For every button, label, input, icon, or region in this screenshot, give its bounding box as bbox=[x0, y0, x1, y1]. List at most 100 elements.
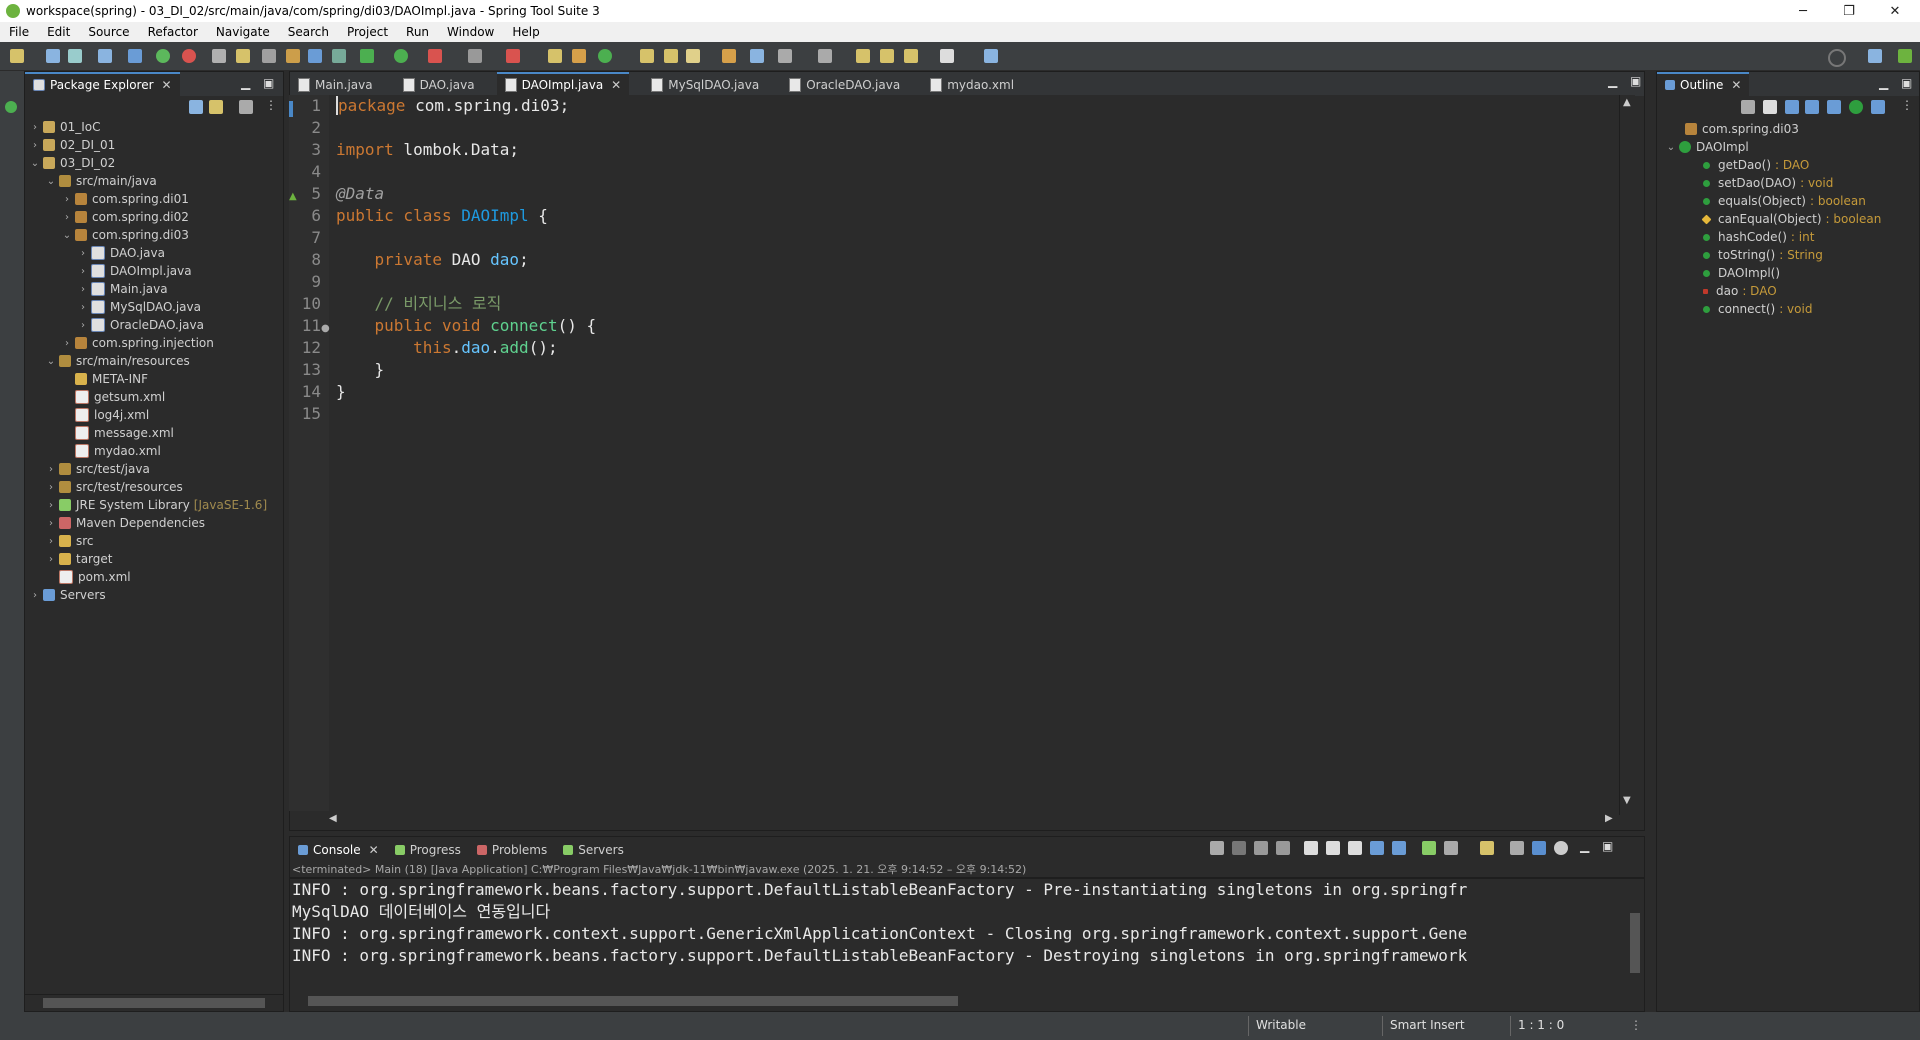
scroll-right-icon[interactable]: ▶ bbox=[1605, 813, 1613, 824]
perspective-spring-icon[interactable] bbox=[1898, 49, 1912, 63]
chevron-right-icon[interactable]: › bbox=[61, 194, 73, 205]
tree-item[interactable]: › Servers bbox=[29, 586, 106, 604]
task-icon[interactable] bbox=[236, 49, 250, 63]
tree-item[interactable]: › com.spring.injection bbox=[61, 334, 214, 352]
menu-run[interactable]: Run bbox=[397, 25, 438, 39]
minimize-icon[interactable]: ▁ bbox=[241, 76, 250, 90]
mark-occurrences-icon[interactable] bbox=[262, 49, 276, 63]
perspective-java-icon[interactable] bbox=[1868, 49, 1882, 63]
code-editor[interactable]: 1 2 3 4 5 6 7 8 9 10 11 12 13 14 15 ▲ ● package com.sp… bbox=[289, 95, 1635, 827]
tree-item[interactable]: log4j.xml bbox=[61, 406, 149, 424]
show-stderr-icon[interactable] bbox=[1392, 841, 1406, 855]
menu-help[interactable]: Help bbox=[503, 25, 548, 39]
new-class-icon[interactable] bbox=[598, 49, 612, 63]
chevron-right-icon[interactable]: › bbox=[77, 266, 89, 277]
tree-item[interactable]: › src/test/java bbox=[45, 460, 150, 478]
remove-launch-icon[interactable] bbox=[1254, 841, 1268, 855]
outline-member[interactable]: getDao(): DAO bbox=[1703, 156, 1809, 174]
back-icon[interactable] bbox=[904, 49, 918, 63]
spring-dashboard-icon[interactable] bbox=[182, 49, 196, 63]
link-icon[interactable] bbox=[1871, 100, 1885, 114]
tab-oracledao-java[interactable]: OracleDAO.java bbox=[781, 74, 908, 96]
server-stop-icon[interactable] bbox=[506, 49, 520, 63]
close-icon[interactable]: ✕ bbox=[1731, 78, 1741, 92]
sort-icon[interactable] bbox=[1763, 100, 1777, 114]
outline-member[interactable]: hashCode(): int bbox=[1703, 228, 1814, 246]
pin-console-icon[interactable] bbox=[1210, 841, 1224, 855]
open-console-icon[interactable] bbox=[1444, 841, 1458, 855]
tree-item[interactable]: › src bbox=[45, 532, 94, 550]
ansi-icon[interactable] bbox=[1532, 841, 1546, 855]
next-annotation-icon[interactable] bbox=[818, 49, 832, 63]
remove-all-icon[interactable] bbox=[1276, 841, 1290, 855]
chevron-right-icon[interactable]: › bbox=[45, 518, 57, 529]
save-icon[interactable] bbox=[46, 49, 60, 63]
close-window-button[interactable]: ✕ bbox=[1872, 0, 1918, 22]
tree-item[interactable]: › Maven Dependencies bbox=[45, 514, 205, 532]
scroll-down-icon[interactable]: ▼ bbox=[1623, 795, 1631, 806]
chevron-right-icon[interactable]: › bbox=[29, 122, 41, 133]
close-icon[interactable]: ✕ bbox=[369, 843, 379, 857]
editor-vscrollbar[interactable]: ▲ ▼ bbox=[1619, 95, 1635, 815]
console-maximize-icon[interactable]: ▣ bbox=[1602, 839, 1613, 853]
tree-item[interactable]: › Main.java bbox=[77, 280, 168, 298]
tree-item[interactable]: mydao.xml bbox=[61, 442, 161, 460]
tree-item[interactable]: › JRE System Library [JavaSE-1.6] bbox=[45, 496, 267, 514]
forward-icon[interactable] bbox=[940, 49, 954, 63]
tab-main-java[interactable]: Main.java bbox=[290, 74, 381, 96]
tab-dao-java[interactable]: DAO.java bbox=[395, 74, 483, 96]
tree-item[interactable]: ⌄ src/main/resources bbox=[45, 352, 190, 370]
menu-file[interactable]: File bbox=[0, 25, 38, 39]
chevron-right-icon[interactable]: › bbox=[29, 140, 41, 151]
console-hscrollbar[interactable] bbox=[290, 993, 1644, 1009]
show-whitespace-icon[interactable] bbox=[332, 49, 346, 63]
chevron-right-icon[interactable]: › bbox=[77, 302, 89, 313]
scroll-up-icon[interactable]: ▲ bbox=[1623, 97, 1631, 108]
tree-item[interactable]: META-INF bbox=[61, 370, 148, 388]
clear-console-icon[interactable] bbox=[1304, 841, 1318, 855]
outline-member[interactable]: setDao(DAO): void bbox=[1703, 174, 1833, 192]
menu-navigate[interactable]: Navigate bbox=[207, 25, 279, 39]
menu-project[interactable]: Project bbox=[338, 25, 397, 39]
spring-boot-icon[interactable] bbox=[156, 49, 170, 63]
tree-item[interactable]: › DAO.java bbox=[77, 244, 165, 262]
open-file-icon[interactable] bbox=[664, 49, 678, 63]
tree-item[interactable]: message.xml bbox=[61, 424, 174, 442]
terminate-icon[interactable] bbox=[1232, 841, 1246, 855]
editor-hscrollbar[interactable]: ◀ ▶ bbox=[329, 813, 1619, 827]
open-task-icon[interactable] bbox=[722, 49, 736, 63]
chevron-right-icon[interactable]: › bbox=[45, 464, 57, 475]
open-folder-icon[interactable] bbox=[640, 49, 654, 63]
tree-item[interactable]: pom.xml bbox=[45, 568, 131, 586]
chevron-right-icon[interactable]: › bbox=[45, 554, 57, 565]
tree-item[interactable]: › com.spring.di02 bbox=[61, 208, 189, 226]
outline-member[interactable]: DAOImpl() bbox=[1703, 264, 1784, 282]
tab-mydao-xml[interactable]: mydao.xml bbox=[922, 74, 1022, 96]
collapse-all-icon[interactable] bbox=[1741, 100, 1755, 114]
tab-daoimpl-java[interactable]: DAOImpl.java ✕ bbox=[496, 72, 630, 96]
outline-member[interactable]: equals(Object): boolean bbox=[1703, 192, 1866, 210]
chevron-right-icon[interactable]: › bbox=[77, 284, 89, 295]
forward-edit-icon[interactable] bbox=[880, 49, 894, 63]
chevron-down-icon[interactable]: ⌄ bbox=[29, 158, 41, 169]
show-stdout-icon[interactable] bbox=[1370, 841, 1384, 855]
editor-maximize-icon[interactable]: ▣ bbox=[1630, 74, 1641, 88]
chevron-right-icon[interactable]: › bbox=[45, 536, 57, 547]
tab-outline[interactable]: Outline ✕ bbox=[1657, 72, 1750, 96]
menu-window[interactable]: Window bbox=[438, 25, 503, 39]
debug-icon[interactable] bbox=[360, 49, 374, 63]
annotation-icon[interactable] bbox=[778, 49, 792, 63]
last-edit-icon[interactable] bbox=[856, 49, 870, 63]
open-perspective-icon[interactable] bbox=[984, 49, 998, 63]
menu-edit[interactable]: Edit bbox=[38, 25, 79, 39]
console-minimize-icon[interactable]: ▁ bbox=[1580, 839, 1589, 853]
collapse-all-icon[interactable] bbox=[189, 100, 203, 114]
settings-icon[interactable] bbox=[1554, 841, 1568, 855]
tree-item[interactable]: › 01_IoC bbox=[29, 118, 101, 136]
hide-local-types-icon[interactable] bbox=[1849, 100, 1863, 114]
stop-icon[interactable] bbox=[468, 49, 482, 63]
tree-item[interactable]: › DAOImpl.java bbox=[77, 262, 192, 280]
view-menu-icon[interactable]: ⋮ bbox=[1901, 98, 1913, 112]
console-vscrollbar[interactable] bbox=[1628, 879, 1644, 991]
restore-button[interactable]: ❐ bbox=[1826, 0, 1872, 22]
